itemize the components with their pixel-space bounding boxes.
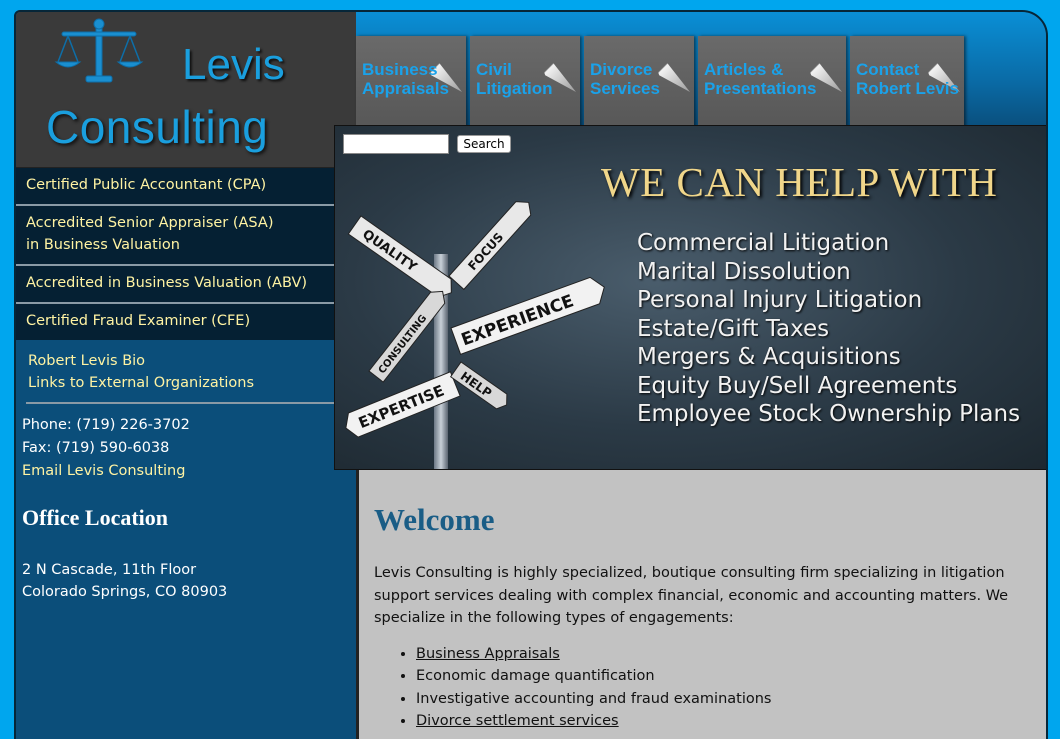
fax-text: Fax: (719) 590-6038 [22, 440, 170, 456]
contact-info: Phone: (719) 226-3702 Fax: (719) 590-603… [16, 414, 356, 483]
service-item: Marital Dissolution [637, 258, 851, 285]
divorce-settlement-link[interactable]: Divorce settlement services [416, 713, 619, 729]
tab-label-line1: Contact [856, 60, 920, 79]
credential-label: Certified Fraud Examiner (CFE) [26, 313, 251, 329]
signpost-icon: QUALITY FOCUS EXPERIENCE CONSULTING EXPE… [345, 201, 605, 469]
tab-label-line1: Divorce [590, 60, 653, 79]
tab-label-line2: Appraisals [362, 79, 449, 98]
scales-of-justice-icon [54, 18, 144, 83]
external-orgs-link[interactable]: Links to External Organizations [28, 372, 344, 394]
credential-asa[interactable]: Accredited Senior Appraiser (ASA) in Bus… [16, 206, 346, 266]
credential-label-line2: in Business Valuation [26, 237, 180, 253]
banner-headline: WE CAN HELP WITH [601, 159, 998, 205]
tab-divorce-services[interactable]: Divorce Services [584, 36, 694, 128]
intro-paragraph: Levis Consulting is highly specialized, … [374, 565, 1009, 626]
sign-consulting-label: CONSULTING [377, 313, 430, 376]
tab-label-line1: Business [362, 60, 438, 79]
address-line1: 2 N Cascade, 11th Floor [22, 562, 197, 578]
service-item: Estate/Gift Taxes [637, 315, 830, 342]
tab-civil-litigation[interactable]: Civil Litigation [470, 36, 580, 128]
business-appraisals-link[interactable]: Business Appraisals [416, 646, 560, 662]
tab-contact[interactable]: Contact Robert Levis [850, 36, 964, 128]
credential-label: Accredited in Business Valuation (ABV) [26, 275, 308, 291]
engagements-list: Business Appraisals Economic damage quan… [416, 643, 1026, 733]
hero-banner: Search QUALITY FOCUS EXPERIENCE CONSULTI… [334, 125, 1046, 470]
tab-label-line2: Services [590, 79, 660, 98]
credentials-list: Certified Public Accountant (CPA) Accred… [16, 168, 356, 340]
search-input[interactable] [343, 134, 449, 154]
tab-business-appraisals[interactable]: Business Appraisals [356, 36, 466, 128]
tab-articles-presentations[interactable]: Articles & Presentations [698, 36, 846, 128]
tab-label-line2: Robert Levis [856, 79, 959, 98]
credential-abv[interactable]: Accredited in Business Valuation (ABV) [16, 266, 346, 304]
divider [26, 402, 338, 404]
service-item: Mergers & Acquisitions [637, 344, 901, 370]
logo[interactable]: Levis Consulting [16, 12, 356, 168]
logo-consulting: Consulting [46, 101, 269, 153]
service-item: Personal Injury Litigation [637, 287, 923, 313]
credential-cfe[interactable]: Certified Fraud Examiner (CFE) [16, 304, 346, 340]
credential-label: Accredited Senior Appraiser (ASA) [26, 215, 274, 231]
office-location-heading: Office Location [22, 505, 169, 530]
credential-cpa[interactable]: Certified Public Accountant (CPA) [16, 168, 346, 206]
list-item: Divorce settlement services [416, 710, 1026, 733]
sign-experience: EXPERIENCE [450, 276, 605, 355]
address-line2: Colorado Springs, CO 80903 [22, 584, 228, 600]
service-item: Equity Buy/Sell Agreements [637, 372, 958, 399]
list-item: Business Appraisals [416, 643, 1026, 666]
office-address: 2 N Cascade, 11th Floor Colorado Springs… [16, 559, 356, 603]
bio-link[interactable]: Robert Levis Bio [28, 350, 344, 372]
tab-label-line2: Litigation [476, 79, 553, 98]
list-item: Economic damage quantification [416, 665, 1026, 688]
tab-label-line1: Civil [476, 60, 512, 79]
logo-levis: Levis [182, 40, 285, 89]
welcome-heading: Welcome [374, 502, 495, 537]
sidebar: Certified Public Accountant (CPA) Accred… [16, 168, 356, 739]
search-button[interactable]: Search [457, 135, 511, 153]
services-list: Commercial Litigation Marital Dissolutio… [637, 229, 1020, 429]
sign-help: HELP [449, 361, 508, 410]
service-item: Commercial Litigation [637, 230, 890, 256]
tab-label-line1: Articles & [704, 60, 784, 79]
phone-text: Phone: (719) 226-3702 [22, 417, 190, 433]
email-link[interactable]: Email Levis Consulting [22, 460, 350, 483]
sidebar-links: Robert Levis Bio Links to External Organ… [16, 340, 356, 398]
sign-focus: FOCUS [448, 201, 532, 291]
list-item: Investigative accounting and fraud exami… [416, 688, 1026, 711]
service-item: Employee Stock Ownership Plans [637, 401, 1021, 427]
page-frame: Levis Consulting Business Appraisals Civ… [14, 10, 1048, 739]
credential-label: Certified Public Accountant (CPA) [26, 177, 267, 193]
main-content: Welcome Levis Consulting is highly speci… [356, 470, 1046, 739]
tab-label-line2: Presentations [704, 79, 817, 98]
